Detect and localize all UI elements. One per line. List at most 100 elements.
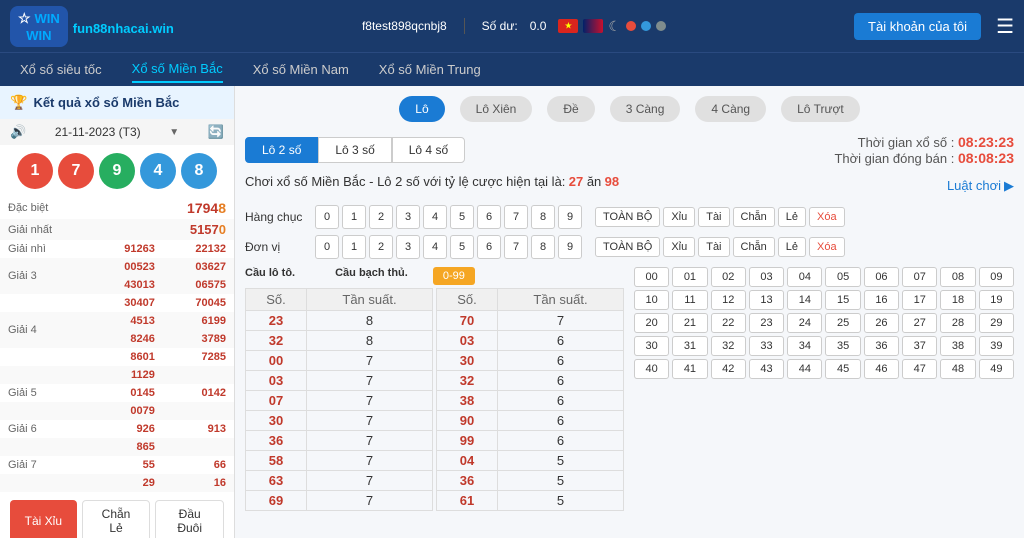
- num-grid-btn[interactable]: 47: [902, 359, 937, 379]
- num-grid-btn[interactable]: 12: [711, 290, 746, 310]
- dv-digit-6[interactable]: 6: [477, 235, 501, 259]
- num-grid-btn[interactable]: 45: [825, 359, 860, 379]
- num-grid-btn[interactable]: 36: [864, 336, 899, 356]
- num-grid-btn[interactable]: 48: [940, 359, 975, 379]
- hc-digit-8[interactable]: 8: [531, 205, 555, 229]
- num-grid-btn[interactable]: 34: [787, 336, 822, 356]
- sound-icon[interactable]: 🔊: [10, 124, 26, 140]
- num-grid-btn[interactable]: 26: [864, 313, 899, 333]
- menu-button[interactable]: ☰: [996, 14, 1014, 39]
- hc-xoa[interactable]: Xóa: [809, 207, 845, 227]
- num-grid-btn[interactable]: 46: [864, 359, 899, 379]
- num-grid-btn[interactable]: 35: [825, 336, 860, 356]
- dot-blue-icon[interactable]: [641, 21, 651, 31]
- chan-le-button[interactable]: Chẵn Lẻ: [82, 500, 151, 538]
- flag-vn-icon[interactable]: [558, 19, 578, 33]
- dv-digit-2[interactable]: 2: [369, 235, 393, 259]
- num-grid-btn[interactable]: 19: [979, 290, 1014, 310]
- num-grid-btn[interactable]: 05: [825, 267, 860, 287]
- luat-choi-link[interactable]: Luật chơi ▶: [947, 178, 1014, 194]
- dv-le[interactable]: Lẻ: [778, 237, 806, 257]
- hc-digit-3[interactable]: 3: [396, 205, 420, 229]
- hc-chan[interactable]: Chẵn: [733, 207, 775, 227]
- hc-digit-7[interactable]: 7: [504, 205, 528, 229]
- sub-tab-lo3so[interactable]: Lô 3 số: [318, 137, 391, 163]
- sub-tab-lo4so[interactable]: Lô 4 số: [392, 137, 465, 163]
- num-grid-btn[interactable]: 29: [979, 313, 1014, 333]
- flag-en-icon[interactable]: [583, 19, 603, 33]
- tab-lo[interactable]: Lô: [399, 96, 444, 122]
- tab-4-cang[interactable]: 4 Càng: [695, 96, 766, 122]
- hc-xiu[interactable]: Xỉu: [663, 207, 695, 227]
- num-grid-btn[interactable]: 01: [672, 267, 707, 287]
- num-grid-btn[interactable]: 21: [672, 313, 707, 333]
- dv-xiu[interactable]: Xỉu: [663, 237, 695, 257]
- hc-digit-1[interactable]: 1: [342, 205, 366, 229]
- hc-digit-9[interactable]: 9: [558, 205, 582, 229]
- num-grid-btn[interactable]: 13: [749, 290, 784, 310]
- dot-red-icon[interactable]: [626, 21, 636, 31]
- num-grid-btn[interactable]: 14: [787, 290, 822, 310]
- dv-digit-1[interactable]: 1: [342, 235, 366, 259]
- nav-mien-bac[interactable]: Xổ số Miền Bắc: [132, 56, 223, 83]
- num-grid-btn[interactable]: 25: [825, 313, 860, 333]
- nav-mien-nam[interactable]: Xổ số Miền Nam: [253, 57, 349, 82]
- nav-sieu-toc[interactable]: Xổ số siêu tốc: [20, 57, 102, 82]
- refresh-icon[interactable]: 🔄: [208, 124, 224, 140]
- dv-digit-3[interactable]: 3: [396, 235, 420, 259]
- hc-digit-0[interactable]: 0: [315, 205, 339, 229]
- nav-mien-trung[interactable]: Xổ số Miền Trung: [379, 57, 481, 82]
- num-grid-btn[interactable]: 28: [940, 313, 975, 333]
- num-grid-btn[interactable]: 17: [902, 290, 937, 310]
- num-grid-btn[interactable]: 24: [787, 313, 822, 333]
- sub-tab-lo2so[interactable]: Lô 2 số: [245, 137, 318, 163]
- moon-icon[interactable]: ☾: [608, 18, 621, 35]
- hc-digit-2[interactable]: 2: [369, 205, 393, 229]
- account-button[interactable]: Tài khoản của tôi: [854, 13, 981, 40]
- dv-digit-4[interactable]: 4: [423, 235, 447, 259]
- num-grid-btn[interactable]: 02: [711, 267, 746, 287]
- tai-xiu-button[interactable]: Tài Xỉu: [10, 500, 77, 538]
- hc-tai[interactable]: Tài: [698, 207, 729, 227]
- dv-digit-5[interactable]: 5: [450, 235, 474, 259]
- date-dropdown-icon[interactable]: ▼: [169, 127, 179, 138]
- num-grid-btn[interactable]: 20: [634, 313, 669, 333]
- num-grid-btn[interactable]: 07: [902, 267, 937, 287]
- dv-digit-9[interactable]: 9: [558, 235, 582, 259]
- num-grid-btn[interactable]: 43: [749, 359, 784, 379]
- num-grid-btn[interactable]: 23: [749, 313, 784, 333]
- tab-3-cang[interactable]: 3 Càng: [610, 96, 681, 122]
- dv-digit-0[interactable]: 0: [315, 235, 339, 259]
- num-grid-btn[interactable]: 06: [864, 267, 899, 287]
- num-grid-btn[interactable]: 22: [711, 313, 746, 333]
- hc-le[interactable]: Lẻ: [778, 207, 806, 227]
- tab-lo-xien[interactable]: Lô Xiên: [460, 96, 533, 122]
- num-grid-btn[interactable]: 32: [711, 336, 746, 356]
- tab-lo-truot[interactable]: Lô Trượt: [781, 96, 860, 122]
- num-grid-btn[interactable]: 08: [940, 267, 975, 287]
- hc-digit-5[interactable]: 5: [450, 205, 474, 229]
- dot-gray-icon[interactable]: [656, 21, 666, 31]
- num-grid-btn[interactable]: 18: [940, 290, 975, 310]
- num-grid-btn[interactable]: 44: [787, 359, 822, 379]
- num-grid-btn[interactable]: 10: [634, 290, 669, 310]
- num-grid-btn[interactable]: 00: [634, 267, 669, 287]
- num-grid-btn[interactable]: 16: [864, 290, 899, 310]
- num-grid-btn[interactable]: 37: [902, 336, 937, 356]
- num-grid-btn[interactable]: 30: [634, 336, 669, 356]
- range-button[interactable]: 0-99: [433, 267, 475, 285]
- num-grid-btn[interactable]: 31: [672, 336, 707, 356]
- num-grid-btn[interactable]: 49: [979, 359, 1014, 379]
- num-grid-btn[interactable]: 03: [749, 267, 784, 287]
- dv-digit-7[interactable]: 7: [504, 235, 528, 259]
- num-grid-btn[interactable]: 33: [749, 336, 784, 356]
- num-grid-btn[interactable]: 41: [672, 359, 707, 379]
- dv-chan[interactable]: Chẵn: [733, 237, 775, 257]
- num-grid-btn[interactable]: 42: [711, 359, 746, 379]
- hc-digit-4[interactable]: 4: [423, 205, 447, 229]
- dv-digit-8[interactable]: 8: [531, 235, 555, 259]
- num-grid-btn[interactable]: 11: [672, 290, 707, 310]
- num-grid-btn[interactable]: 40: [634, 359, 669, 379]
- dv-tai[interactable]: Tài: [698, 237, 729, 257]
- hc-digit-6[interactable]: 6: [477, 205, 501, 229]
